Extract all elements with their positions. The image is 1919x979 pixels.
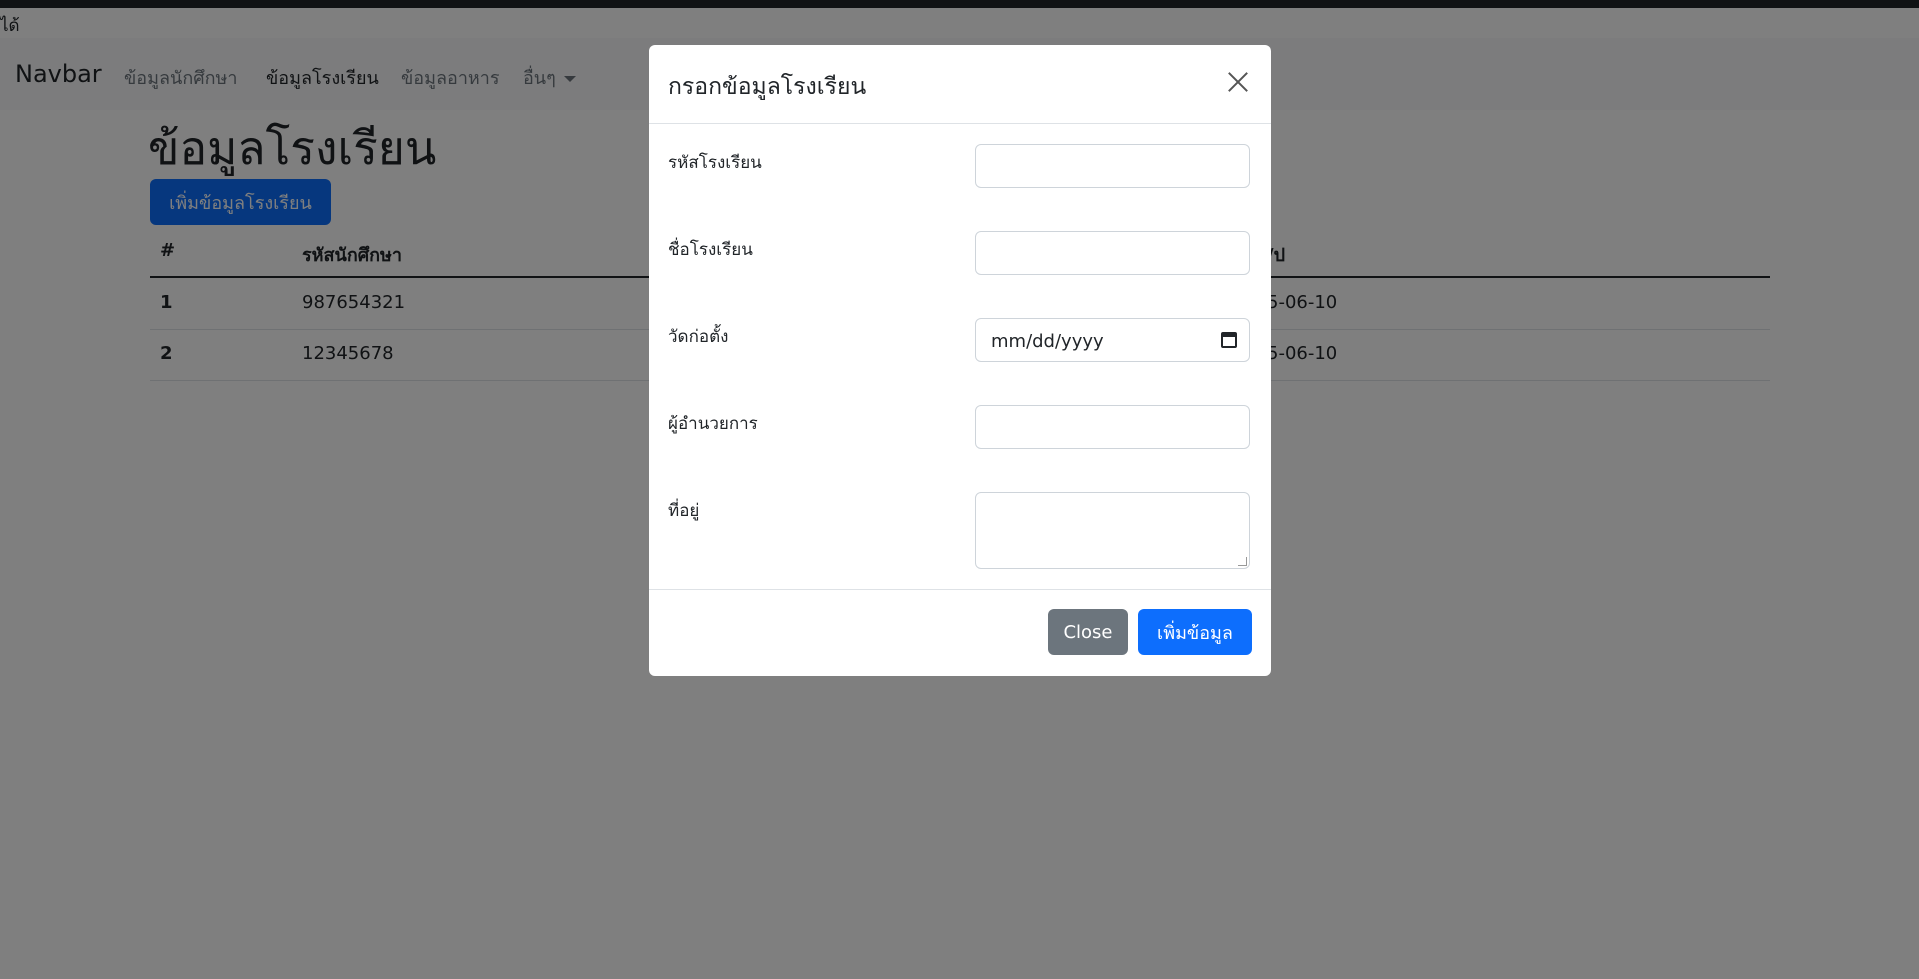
- address-textarea[interactable]: [975, 492, 1250, 569]
- modal-header: กรอกข้อมูลโรงเรียน: [649, 45, 1271, 124]
- date-placeholder: mm/dd/yyyy: [991, 331, 1104, 352]
- school-code-input[interactable]: [975, 144, 1250, 188]
- founded-date-label: วัดก่อตั้ง: [668, 327, 729, 347]
- director-input[interactable]: [975, 405, 1250, 449]
- close-button[interactable]: Close: [1048, 609, 1128, 655]
- director-label: ผู้อำนวยการ: [668, 414, 758, 434]
- school-name-input[interactable]: [975, 231, 1250, 275]
- address-label: ที่อยู่: [668, 501, 700, 521]
- calendar-icon[interactable]: [1221, 332, 1237, 348]
- resize-handle-icon[interactable]: [1238, 557, 1247, 566]
- submit-button[interactable]: เพิ่มข้อมูล: [1138, 609, 1252, 655]
- close-icon[interactable]: [1223, 67, 1253, 97]
- founded-date-input[interactable]: mm/dd/yyyy: [975, 318, 1250, 362]
- school-code-label: รหัสโรงเรียน: [668, 153, 762, 173]
- modal-title: กรอกข้อมูลโรงเรียน: [668, 74, 867, 100]
- school-name-label: ชื่อโรงเรียน: [668, 240, 753, 260]
- school-form-modal: กรอกข้อมูลโรงเรียน รหัสโรงเรียน ชื่อโรงเ…: [649, 45, 1271, 676]
